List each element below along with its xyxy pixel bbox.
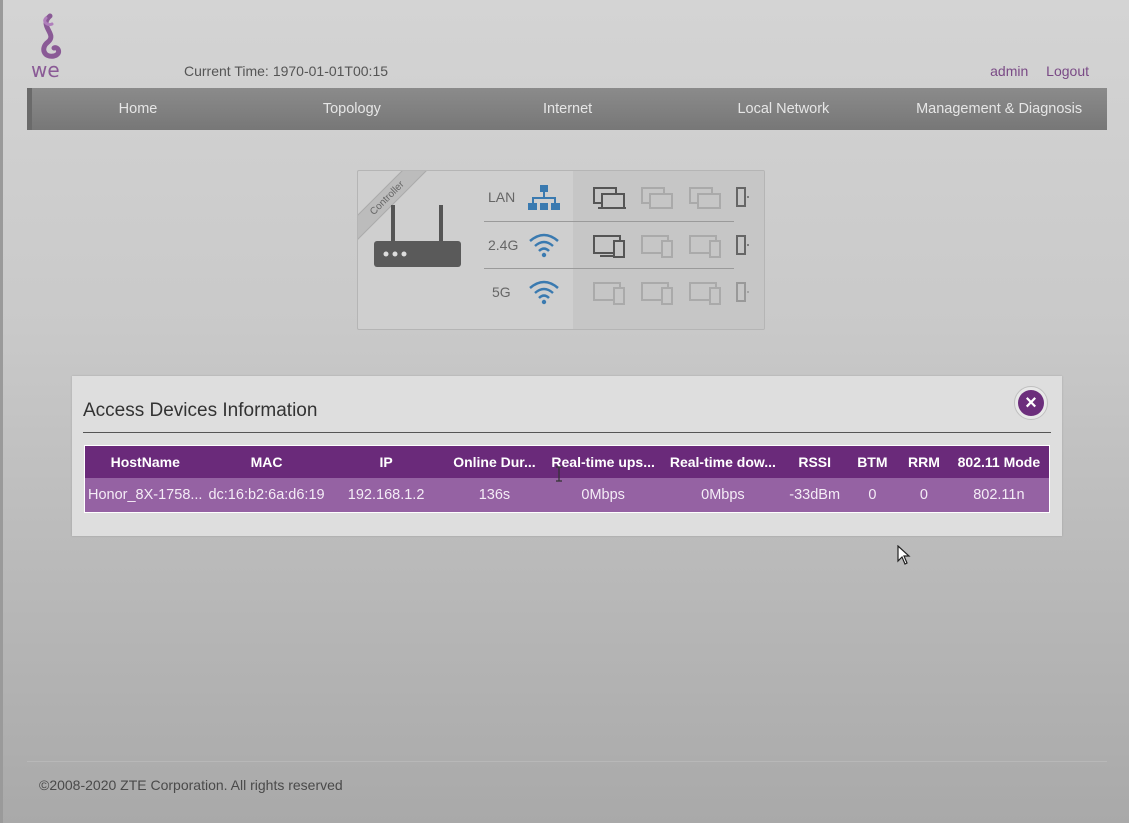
- wifi-icon: [528, 231, 560, 264]
- wifi-24g-label: 2.4G: [488, 237, 519, 253]
- col-btm[interactable]: BTM: [846, 446, 900, 478]
- device-icon-inactive: [641, 282, 673, 305]
- device-icon-inactive: [641, 187, 673, 209]
- device-icon-inactive: [641, 235, 673, 258]
- wifi-5g-devices: [592, 280, 750, 306]
- cell-80211-mode: 802.11n: [973, 486, 1025, 503]
- current-time-label: Current Time:: [184, 63, 269, 79]
- device-icon-inactive: [689, 282, 721, 305]
- cell-upstream: 0Mbps: [581, 486, 625, 503]
- we-logo: we: [28, 12, 80, 82]
- more-devices-icon[interactable]: [736, 233, 750, 259]
- wifi-5g-label: 5G: [492, 284, 511, 300]
- modal-title: Access Devices Information: [83, 400, 318, 421]
- col-80211-mode[interactable]: 802.11 Mode: [949, 446, 1050, 478]
- admin-link[interactable]: admin: [990, 63, 1028, 79]
- cell-online-duration: 136s: [478, 486, 511, 503]
- row-divider: [484, 221, 734, 222]
- close-button[interactable]: ×: [1014, 386, 1048, 420]
- page-edge: [0, 0, 3, 823]
- nav-local-network[interactable]: Local Network: [676, 101, 892, 117]
- current-time-value: 1970-01-01T00:15: [272, 63, 389, 79]
- network-icon: [528, 183, 560, 218]
- more-devices-icon[interactable]: [736, 185, 750, 211]
- device-icon-inactive: [593, 282, 625, 305]
- device-icon-inactive: [689, 187, 721, 209]
- table-row[interactable]: Honor_8X-1758... dc:16:b2:6a:d6:19 192.1…: [84, 477, 1050, 513]
- current-time: Current Time: 1970-01-01T00:15: [184, 63, 388, 79]
- cell-mac: dc:16:b2:6a:d6:19: [208, 486, 325, 503]
- wifi-5g-row: 5G: [484, 270, 764, 316]
- table-header-row: HostName MAC IP Online Dur... Real-time …: [84, 445, 1050, 478]
- lan-label: LAN: [488, 189, 516, 205]
- cell-hostname: Honor_8X-1758...: [88, 486, 203, 503]
- nav-home[interactable]: Home: [32, 101, 244, 117]
- lan-row: LAN: [484, 175, 764, 221]
- cell-ip: 192.168.1.2: [347, 486, 425, 503]
- cell-downstream: 0Mbps: [701, 486, 745, 503]
- logout-link[interactable]: Logout: [1046, 63, 1089, 79]
- device-icon-active[interactable]: [592, 185, 626, 211]
- devices-table: HostName MAC IP Online Dur... Real-time …: [84, 445, 1050, 513]
- col-rrm[interactable]: RRM: [899, 446, 949, 478]
- wifi-icon: [528, 278, 560, 311]
- wifi-24g-row: 2.4G: [484, 223, 764, 269]
- col-ip[interactable]: IP: [328, 446, 445, 478]
- logo-text: we: [31, 58, 60, 82]
- main-nav: Home Topology Internet Local Network Man…: [27, 88, 1107, 130]
- col-rssi[interactable]: RSSI: [784, 446, 846, 478]
- device-icon-inactive: [689, 235, 721, 258]
- col-online-duration[interactable]: Online Dur...: [445, 446, 545, 478]
- user-links: admin Logout: [976, 63, 1089, 79]
- col-realtime-downstream[interactable]: Real-time dow...: [662, 446, 784, 478]
- nav-management-diagnosis[interactable]: Management & Diagnosis: [891, 101, 1107, 117]
- lan-devices: [592, 185, 750, 211]
- row-divider: [484, 268, 734, 269]
- nav-topology[interactable]: Topology: [244, 101, 460, 117]
- wifi-24g-devices: [592, 233, 750, 259]
- modal-divider: [83, 432, 1051, 433]
- copyright: ©2008-2020 ZTE Corporation. All rights r…: [39, 777, 343, 793]
- close-icon: ×: [1018, 390, 1044, 416]
- cell-rssi: -33dBm: [789, 486, 841, 503]
- mouse-pointer-icon: [897, 545, 911, 565]
- cell-rrm: 0: [919, 486, 928, 503]
- router-icon[interactable]: [372, 203, 462, 274]
- topology-panel: Controller LAN 2.4G 5G: [357, 170, 765, 330]
- device-icon-active[interactable]: [592, 233, 626, 259]
- more-devices-icon[interactable]: [736, 280, 750, 306]
- col-hostname[interactable]: HostName: [85, 446, 206, 478]
- text-cursor-icon: [556, 466, 562, 482]
- col-mac[interactable]: MAC: [205, 446, 327, 478]
- cell-btm: 0: [868, 486, 877, 503]
- footer-divider: [27, 761, 1107, 762]
- access-devices-modal: Access Devices Information × HostName MA…: [72, 376, 1062, 536]
- nav-internet[interactable]: Internet: [460, 101, 676, 117]
